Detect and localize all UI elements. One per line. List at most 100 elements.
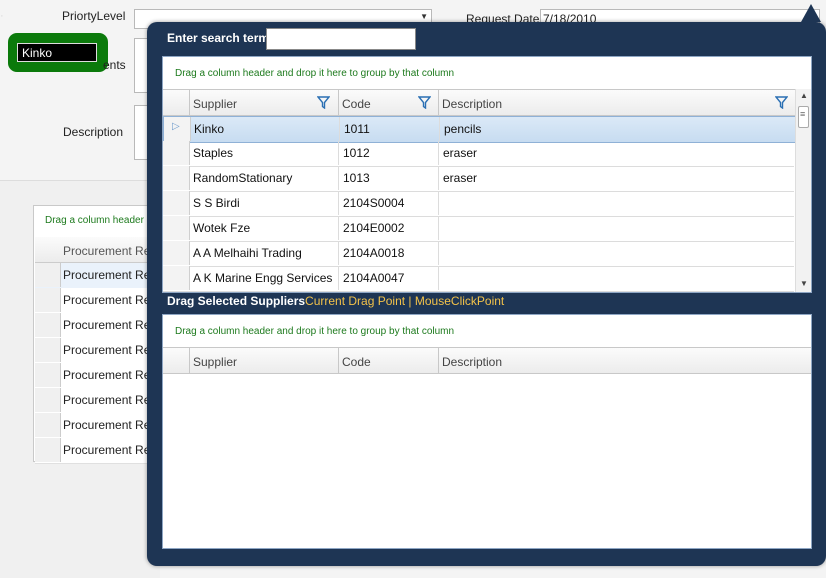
bg-row-text: Procurement Re [63,343,151,357]
bg-row-text: Procurement Re [63,318,151,332]
table-row[interactable]: RandomStationary 1013 eraser [163,166,794,192]
row-indicator[interactable] [163,241,190,265]
description-label: Description [63,125,124,139]
row-indicator-header [163,90,190,115]
cell-supplier: RandomStationary [193,171,293,185]
code-filter-icon[interactable] [418,96,431,109]
cell-supplier: Wotek Fze [193,221,251,235]
bg-row-indicator[interactable] [35,388,61,412]
cell-supplier: Kinko [194,122,225,136]
cell-divider [438,166,439,190]
row-indicator[interactable] [163,266,190,290]
column-header-row: Supplier Code Description [163,89,795,116]
popup-pointer-icon [801,4,821,22]
cell-divider [338,166,339,190]
bg-row-indicator[interactable] [35,438,61,462]
cell-code: 2104A0018 [343,246,405,260]
cell-divider [439,117,440,141]
bg-row-text: Procurement Re [63,368,151,382]
row-indicator[interactable] [163,191,190,215]
row-indicator[interactable] [163,141,190,165]
cell-divider [438,191,439,215]
description-filter-icon[interactable] [775,96,788,109]
cell-divider [438,241,439,265]
priority-label: PriortyLevel [62,9,126,23]
cell-code: 1012 [343,146,370,160]
bg-grid-header[interactable]: Procurement Re [35,237,163,263]
cell-divider [438,141,439,165]
table-row[interactable]: ▷ Kinko 1011 pencils [163,116,795,143]
cell-divider [438,216,439,240]
search-input[interactable] [266,28,416,50]
comments-label: ents [103,58,126,72]
cell-supplier: A A Melhaihi Trading [193,246,302,260]
current-drag-point: Current Drag Point [305,294,406,308]
search-label: Enter search term: [167,31,274,45]
lower-group-by-hint: Drag a column header and drop it here to… [175,326,455,337]
cell-divider [338,141,339,165]
group-by-panel[interactable]: Drag a column header and drop it here to… [163,57,811,89]
current-row-icon: ▷ [172,121,180,132]
cell-supplier: Staples [193,146,234,160]
row-indicator[interactable] [163,216,190,240]
lower-column-header-description[interactable]: Description [438,348,811,373]
bg-row-indicator[interactable] [35,413,61,437]
table-row[interactable]: A K Marine Engg Services 2104A0047 [163,266,794,292]
cell-code: 2104A0047 [343,271,405,285]
lower-column-header-code[interactable]: Code [338,348,439,373]
bg-row-indicator[interactable] [35,338,61,362]
selected-suppliers-grid: Drag a column header and drop it here to… [162,314,812,549]
supplier-search-popup: Enter search term: Drag a column header … [147,4,826,566]
row-indicator[interactable] [163,166,190,190]
supplier-grid: Drag a column header and drop it here to… [162,56,812,293]
cell-code: 2104E0002 [343,221,405,235]
cell-supplier: A K Marine Engg Services [193,271,333,285]
scrollbar-thumb[interactable]: ≡ [798,106,809,128]
vertical-scrollbar[interactable]: ▲ ≡ ▼ [795,89,811,292]
selected-supplier-highlight: Kinko [8,33,108,72]
lower-row-indicator-header [163,348,190,373]
cell-divider [438,266,439,290]
column-header-supplier[interactable]: Supplier [189,90,339,115]
bg-grid-header-label: Procurement Re [63,244,151,258]
bg-row-text: Procurement Re [63,443,151,457]
grid-body: ▷ Kinko 1011 pencils Staples 1012 eraser Random… [163,116,795,292]
supplier-filter-icon[interactable] [317,96,330,109]
cell-divider [339,117,340,141]
lower-grid-body[interactable] [163,374,811,548]
cell-description: eraser [443,146,478,160]
bg-row-text: Procurement Re [63,393,151,407]
bg-row-indicator[interactable] [35,363,61,387]
cell-supplier: S S Birdi [193,196,240,210]
table-row[interactable]: S S Birdi 2104S0004 [163,191,794,217]
selected-supplier-value: Kinko [22,46,53,60]
bg-row-indicator[interactable] [35,263,61,287]
scroll-up-icon[interactable]: ▲ [800,91,808,100]
bg-grid-hint: Drag a column header and [45,215,164,226]
row-indicator[interactable]: ▷ [164,117,191,141]
mouse-click-point: MouseClickPoint [414,294,505,308]
cell-code: 1013 [343,171,370,185]
drag-status-line: Drag Selected SuppliersCurrent Drag Poin… [167,294,504,308]
bg-row-indicator[interactable] [35,313,61,337]
bg-row-indicator[interactable] [35,288,61,312]
chevron-down-icon: ▼ [420,12,428,21]
cell-code: 2104S0004 [343,196,405,210]
column-header-description[interactable]: Description [438,90,795,115]
cell-divider [338,241,339,265]
cell-description: pencils [444,122,482,136]
lower-column-header-supplier[interactable]: Supplier [189,348,339,373]
table-row[interactable]: Staples 1012 eraser [163,141,794,167]
selected-supplier-field[interactable]: Kinko [17,43,97,62]
cell-description: eraser [443,171,478,185]
bg-row-text: Procurement Re [63,293,151,307]
cell-divider [338,216,339,240]
cell-divider [338,191,339,215]
table-row[interactable]: A A Melhaihi Trading 2104A0018 [163,241,794,267]
column-header-code[interactable]: Code [338,90,439,115]
lower-group-by-panel[interactable]: Drag a column header and drop it here to… [163,315,811,347]
scroll-down-icon[interactable]: ▼ [800,279,808,288]
table-row[interactable]: Wotek Fze 2104E0002 [163,216,794,242]
lower-column-header-row: Supplier Code Description [163,347,811,374]
status-separator: | [405,294,415,308]
